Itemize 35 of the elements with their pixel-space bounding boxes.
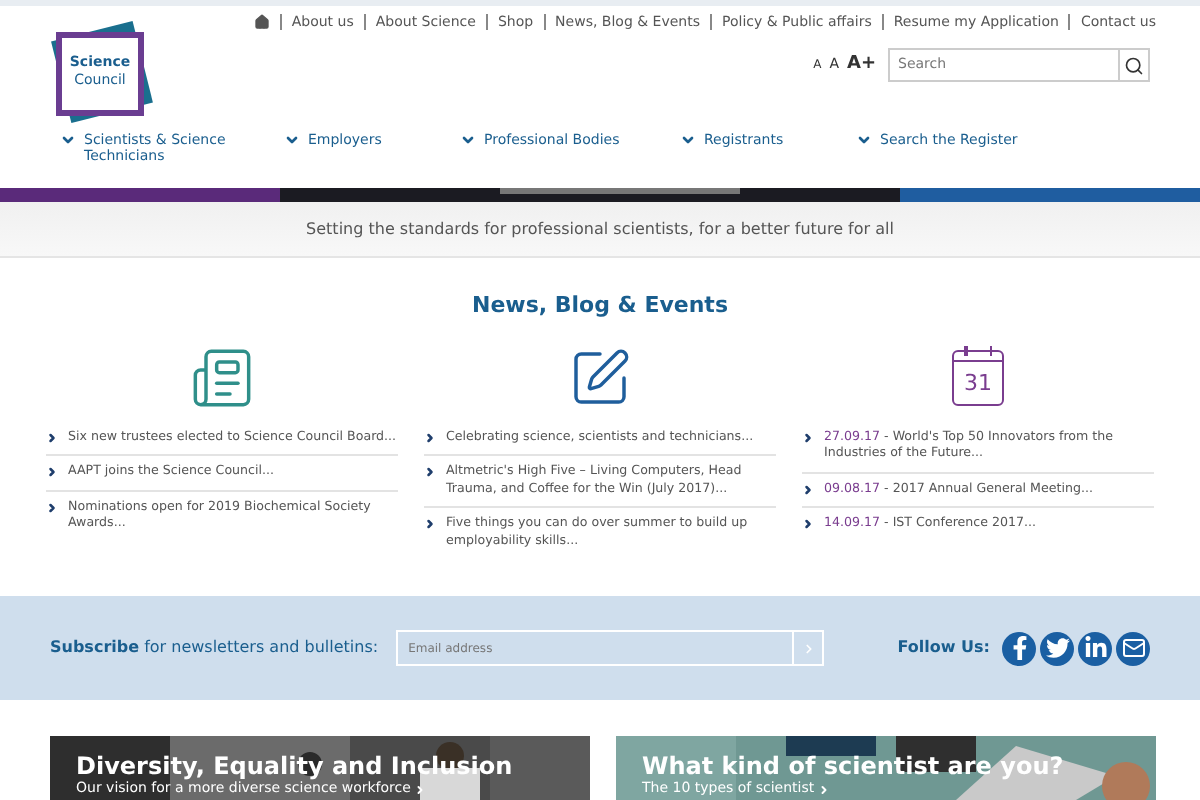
chevron-right-icon: [46, 501, 58, 513]
social-link[interactable]: [1078, 631, 1112, 665]
pencil-icon: [568, 345, 632, 409]
subscribe-label: Subscribe for newsletters and bulletins:: [50, 636, 379, 660]
chevron-right-icon: [424, 518, 436, 530]
chevron-down-icon: [460, 132, 476, 148]
social-link[interactable]: [1040, 631, 1074, 665]
chevron-right-icon: [802, 518, 814, 530]
chevron-right-icon: [46, 466, 58, 478]
chevron-right-icon: [801, 641, 816, 655]
social-link[interactable]: [1002, 631, 1036, 665]
section-heading: News, Blog & Events: [471, 290, 728, 322]
search-button[interactable]: [1118, 48, 1150, 82]
chevron-right-icon: [424, 431, 436, 443]
chevron-right-icon: [802, 483, 814, 495]
chevron-down-icon: [680, 132, 696, 148]
mail-icon: [1121, 636, 1145, 660]
calendar-icon: 31: [952, 349, 1004, 405]
chevron-right-icon: [802, 431, 814, 443]
chevron-right-icon: [818, 783, 831, 795]
search-icon: [1124, 55, 1144, 75]
social-link[interactable]: [1116, 631, 1150, 665]
chevron-down-icon: [856, 132, 872, 148]
follow-label: Follow Us:: [897, 636, 990, 660]
home-icon[interactable]: [253, 14, 270, 30]
tagline: Setting the standards for professional scientists, for a better future for all: [306, 217, 894, 241]
newspaper-icon: [190, 345, 254, 409]
chevron-right-icon: [46, 431, 58, 443]
chevron-right-icon: [414, 783, 427, 795]
font-size-button[interactable]: A+: [846, 51, 876, 79]
linkedin-icon: [1083, 636, 1107, 660]
chevron-down-icon: [284, 132, 300, 148]
chevron-down-icon: [60, 132, 76, 148]
twitter-icon: [1045, 636, 1069, 660]
chevron-right-icon: [424, 466, 436, 478]
